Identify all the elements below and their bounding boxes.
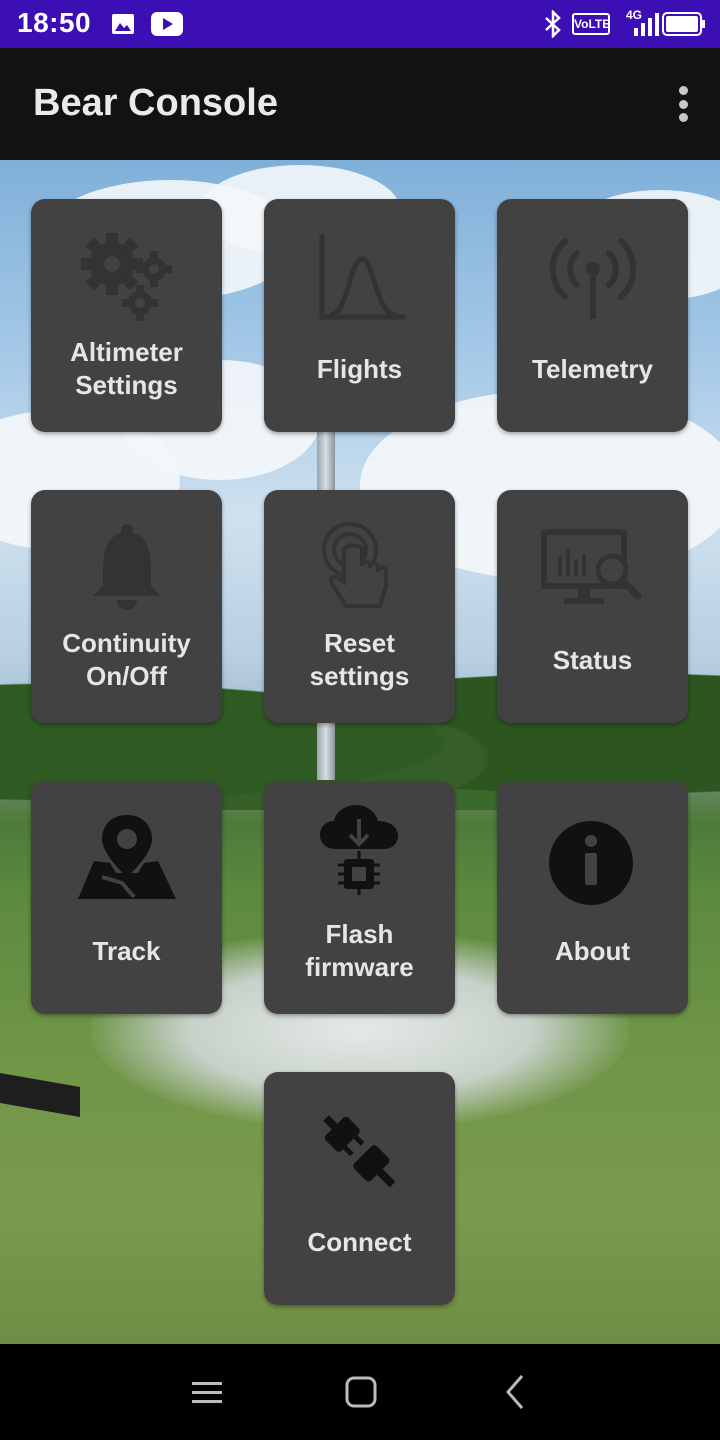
status-bar: 18:50 VoLTE 4G: [0, 0, 720, 48]
plug-disconnected-icon: [264, 1102, 455, 1197]
cloud-download-chip-icon: [264, 803, 455, 898]
battery-icon: [662, 12, 705, 36]
tile-label: Flash firmware: [305, 919, 414, 982]
app-title: Bear Console: [33, 82, 278, 124]
volte-icon: VoLTE: [572, 13, 610, 35]
status-time: 18:50: [17, 7, 92, 38]
youtube-icon: [151, 12, 183, 36]
antenna-icon: [497, 229, 688, 324]
continuity-toggle-button[interactable]: Continuity On/Off: [31, 490, 222, 723]
tile-label: Connect: [307, 1226, 412, 1257]
tile-label: Reset settings: [309, 628, 410, 691]
gears-icon: [31, 229, 222, 324]
tile-label: Flights: [316, 353, 403, 384]
connect-button[interactable]: Connect: [264, 1072, 455, 1305]
signal-4g-icon: [634, 13, 659, 36]
tile-label: Status: [552, 644, 633, 675]
navigation-bar: [0, 1344, 720, 1440]
tile-label: Track: [92, 935, 161, 966]
app-bar: Bear Console: [0, 48, 720, 160]
flash-firmware-button[interactable]: Flash firmware: [264, 781, 455, 1014]
monitor-search-icon: [497, 520, 688, 615]
altimeter-settings-button[interactable]: Altimeter Settings: [31, 199, 222, 432]
tile-label: Telemetry: [532, 353, 653, 384]
bluetooth-icon: [545, 10, 561, 38]
tile-label: Altimeter Settings: [70, 337, 183, 400]
bell-curve-chart-icon: [264, 229, 455, 324]
track-button[interactable]: Track: [31, 781, 222, 1014]
reset-settings-button[interactable]: Reset settings: [264, 490, 455, 723]
bell-icon: [31, 520, 222, 615]
info-icon: [497, 811, 688, 906]
flights-button[interactable]: Flights: [264, 199, 455, 432]
about-button[interactable]: About: [497, 781, 688, 1014]
back-icon[interactable]: [496, 1374, 536, 1410]
image-icon: [112, 14, 134, 34]
touch-hand-icon: [264, 520, 455, 615]
home-icon[interactable]: [341, 1374, 381, 1410]
tile-label: Continuity On/Off: [62, 628, 191, 691]
status-button[interactable]: Status: [497, 490, 688, 723]
map-pin-icon: [31, 811, 222, 906]
menu-icon[interactable]: [187, 1374, 227, 1410]
telemetry-button[interactable]: Telemetry: [497, 199, 688, 432]
tile-label: About: [554, 935, 631, 966]
more-vert-icon[interactable]: [674, 86, 692, 122]
